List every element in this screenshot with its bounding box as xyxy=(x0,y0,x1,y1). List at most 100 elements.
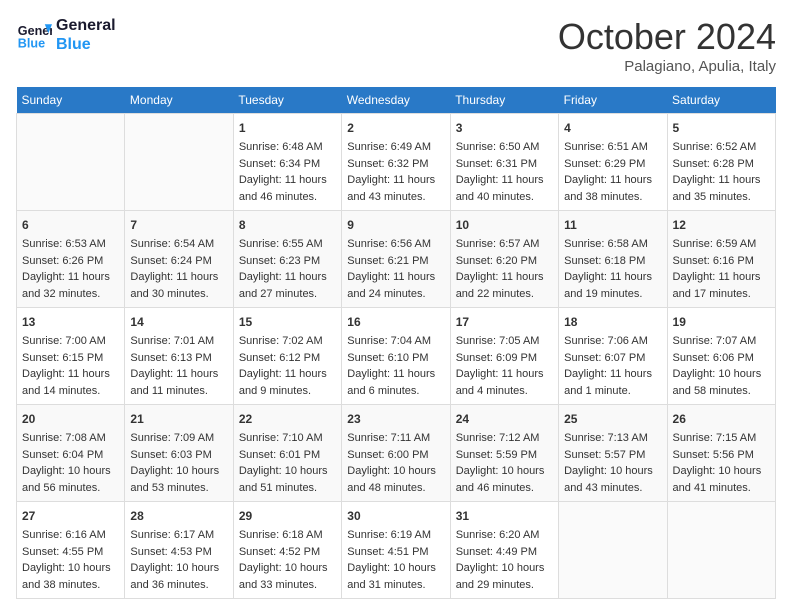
day-number: 11 xyxy=(564,216,661,234)
calendar-cell: 24Sunrise: 7:12 AMSunset: 5:59 PMDayligh… xyxy=(450,405,558,502)
calendar-cell: 4Sunrise: 6:51 AMSunset: 6:29 PMDaylight… xyxy=(559,114,667,211)
sunrise-text: Sunrise: 6:57 AM xyxy=(456,236,553,253)
sunrise-text: Sunrise: 6:59 AM xyxy=(673,236,770,253)
sunset-text: Sunset: 6:20 PM xyxy=(456,253,553,270)
sunset-text: Sunset: 6:01 PM xyxy=(239,447,336,464)
calendar-header-cell: Saturday xyxy=(667,87,775,114)
sunset-text: Sunset: 6:31 PM xyxy=(456,156,553,173)
sunrise-text: Sunrise: 6:50 AM xyxy=(456,139,553,156)
daylight-text: Daylight: 10 hours and 48 minutes. xyxy=(347,463,444,496)
calendar-table: SundayMondayTuesdayWednesdayThursdayFrid… xyxy=(16,87,776,599)
calendar-cell: 30Sunrise: 6:19 AMSunset: 4:51 PMDayligh… xyxy=(342,502,450,599)
calendar-cell: 11Sunrise: 6:58 AMSunset: 6:18 PMDayligh… xyxy=(559,211,667,308)
day-number: 7 xyxy=(130,216,227,234)
calendar-cell: 31Sunrise: 6:20 AMSunset: 4:49 PMDayligh… xyxy=(450,502,558,599)
day-number: 19 xyxy=(673,313,770,331)
calendar-cell: 18Sunrise: 7:06 AMSunset: 6:07 PMDayligh… xyxy=(559,308,667,405)
day-number: 16 xyxy=(347,313,444,331)
calendar-cell: 16Sunrise: 7:04 AMSunset: 6:10 PMDayligh… xyxy=(342,308,450,405)
daylight-text: Daylight: 10 hours and 33 minutes. xyxy=(239,560,336,593)
calendar-header-cell: Tuesday xyxy=(233,87,341,114)
sunrise-text: Sunrise: 6:18 AM xyxy=(239,527,336,544)
day-number: 27 xyxy=(22,507,119,525)
daylight-text: Daylight: 11 hours and 35 minutes. xyxy=(673,172,770,205)
daylight-text: Daylight: 10 hours and 58 minutes. xyxy=(673,366,770,399)
day-number: 15 xyxy=(239,313,336,331)
sunrise-text: Sunrise: 7:09 AM xyxy=(130,430,227,447)
daylight-text: Daylight: 10 hours and 51 minutes. xyxy=(239,463,336,496)
daylight-text: Daylight: 10 hours and 46 minutes. xyxy=(456,463,553,496)
title-block: October 2024 Palagiano, Apulia, Italy xyxy=(558,16,776,75)
daylight-text: Daylight: 10 hours and 29 minutes. xyxy=(456,560,553,593)
daylight-text: Daylight: 10 hours and 56 minutes. xyxy=(22,463,119,496)
calendar-cell: 26Sunrise: 7:15 AMSunset: 5:56 PMDayligh… xyxy=(667,405,775,502)
day-number: 25 xyxy=(564,410,661,428)
sunrise-text: Sunrise: 7:07 AM xyxy=(673,333,770,350)
calendar-cell: 28Sunrise: 6:17 AMSunset: 4:53 PMDayligh… xyxy=(125,502,233,599)
sunset-text: Sunset: 4:53 PM xyxy=(130,544,227,561)
calendar-body: 1Sunrise: 6:48 AMSunset: 6:34 PMDaylight… xyxy=(17,114,776,599)
calendar-cell: 9Sunrise: 6:56 AMSunset: 6:21 PMDaylight… xyxy=(342,211,450,308)
day-number: 24 xyxy=(456,410,553,428)
calendar-cell: 5Sunrise: 6:52 AMSunset: 6:28 PMDaylight… xyxy=(667,114,775,211)
sunset-text: Sunset: 6:09 PM xyxy=(456,350,553,367)
daylight-text: Daylight: 10 hours and 31 minutes. xyxy=(347,560,444,593)
calendar-cell: 17Sunrise: 7:05 AMSunset: 6:09 PMDayligh… xyxy=(450,308,558,405)
sunrise-text: Sunrise: 6:53 AM xyxy=(22,236,119,253)
sunrise-text: Sunrise: 7:04 AM xyxy=(347,333,444,350)
sunrise-text: Sunrise: 7:06 AM xyxy=(564,333,661,350)
sunset-text: Sunset: 4:55 PM xyxy=(22,544,119,561)
daylight-text: Daylight: 11 hours and 17 minutes. xyxy=(673,269,770,302)
calendar-cell: 8Sunrise: 6:55 AMSunset: 6:23 PMDaylight… xyxy=(233,211,341,308)
sunset-text: Sunset: 6:32 PM xyxy=(347,156,444,173)
calendar-week-row: 20Sunrise: 7:08 AMSunset: 6:04 PMDayligh… xyxy=(17,405,776,502)
calendar-cell: 2Sunrise: 6:49 AMSunset: 6:32 PMDaylight… xyxy=(342,114,450,211)
sunset-text: Sunset: 6:03 PM xyxy=(130,447,227,464)
sunset-text: Sunset: 6:07 PM xyxy=(564,350,661,367)
calendar-cell: 14Sunrise: 7:01 AMSunset: 6:13 PMDayligh… xyxy=(125,308,233,405)
svg-text:Blue: Blue xyxy=(18,37,45,51)
daylight-text: Daylight: 11 hours and 46 minutes. xyxy=(239,172,336,205)
sunset-text: Sunset: 4:51 PM xyxy=(347,544,444,561)
calendar-cell xyxy=(667,502,775,599)
logo-line1: General xyxy=(56,16,116,35)
calendar-header-cell: Wednesday xyxy=(342,87,450,114)
daylight-text: Daylight: 11 hours and 27 minutes. xyxy=(239,269,336,302)
day-number: 23 xyxy=(347,410,444,428)
day-number: 6 xyxy=(22,216,119,234)
calendar-cell: 20Sunrise: 7:08 AMSunset: 6:04 PMDayligh… xyxy=(17,405,125,502)
calendar-header-cell: Sunday xyxy=(17,87,125,114)
sunset-text: Sunset: 6:16 PM xyxy=(673,253,770,270)
sunset-text: Sunset: 6:28 PM xyxy=(673,156,770,173)
daylight-text: Daylight: 10 hours and 36 minutes. xyxy=(130,560,227,593)
calendar-cell: 15Sunrise: 7:02 AMSunset: 6:12 PMDayligh… xyxy=(233,308,341,405)
day-number: 26 xyxy=(673,410,770,428)
sunset-text: Sunset: 4:52 PM xyxy=(239,544,336,561)
sunset-text: Sunset: 6:23 PM xyxy=(239,253,336,270)
location: Palagiano, Apulia, Italy xyxy=(558,58,776,75)
sunset-text: Sunset: 6:13 PM xyxy=(130,350,227,367)
day-number: 2 xyxy=(347,119,444,137)
sunrise-text: Sunrise: 7:01 AM xyxy=(130,333,227,350)
sunrise-text: Sunrise: 6:19 AM xyxy=(347,527,444,544)
day-number: 22 xyxy=(239,410,336,428)
calendar-header-cell: Thursday xyxy=(450,87,558,114)
sunset-text: Sunset: 6:21 PM xyxy=(347,253,444,270)
daylight-text: Daylight: 11 hours and 11 minutes. xyxy=(130,366,227,399)
daylight-text: Daylight: 11 hours and 22 minutes. xyxy=(456,269,553,302)
day-number: 4 xyxy=(564,119,661,137)
sunset-text: Sunset: 5:56 PM xyxy=(673,447,770,464)
daylight-text: Daylight: 11 hours and 9 minutes. xyxy=(239,366,336,399)
day-number: 21 xyxy=(130,410,227,428)
daylight-text: Daylight: 10 hours and 43 minutes. xyxy=(564,463,661,496)
daylight-text: Daylight: 11 hours and 43 minutes. xyxy=(347,172,444,205)
calendar-cell: 10Sunrise: 6:57 AMSunset: 6:20 PMDayligh… xyxy=(450,211,558,308)
sunset-text: Sunset: 6:18 PM xyxy=(564,253,661,270)
day-number: 18 xyxy=(564,313,661,331)
daylight-text: Daylight: 11 hours and 40 minutes. xyxy=(456,172,553,205)
sunrise-text: Sunrise: 7:13 AM xyxy=(564,430,661,447)
sunrise-text: Sunrise: 6:48 AM xyxy=(239,139,336,156)
calendar-cell: 7Sunrise: 6:54 AMSunset: 6:24 PMDaylight… xyxy=(125,211,233,308)
sunset-text: Sunset: 6:29 PM xyxy=(564,156,661,173)
calendar-cell: 13Sunrise: 7:00 AMSunset: 6:15 PMDayligh… xyxy=(17,308,125,405)
